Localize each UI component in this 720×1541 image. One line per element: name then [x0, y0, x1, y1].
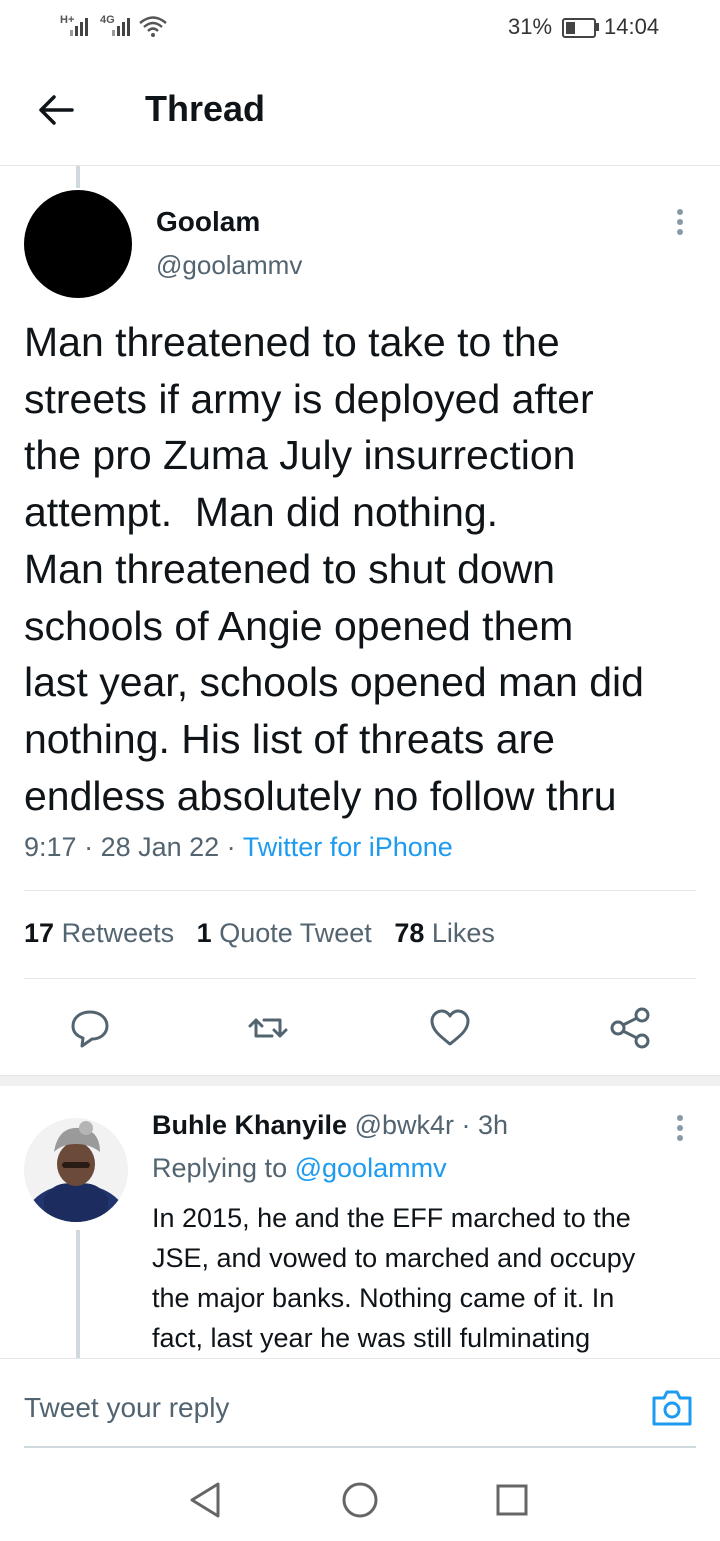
- quotes-stat[interactable]: 1 Quote Tweet: [197, 918, 372, 948]
- reply-input[interactable]: Tweet your reply: [24, 1392, 229, 1424]
- replying-to-handle[interactable]: @goolammv: [295, 1153, 447, 1183]
- tweet-meta: 9:17 · 28 Jan 22 · Twitter for iPhone: [24, 832, 453, 862]
- retweets-label: Retweets: [61, 918, 175, 948]
- reply-icon[interactable]: [68, 1006, 112, 1050]
- like-icon[interactable]: [428, 1006, 472, 1050]
- tweet-text: Man threatened to take to the streets if…: [24, 319, 644, 819]
- arrow-left-icon[interactable]: [34, 88, 78, 132]
- tweet-date: 28 Jan 22: [100, 832, 220, 862]
- retweets-count: 17: [24, 918, 55, 948]
- share-icon[interactable]: [608, 1006, 652, 1050]
- reply-header: Buhle Khanyile @bwk4r · 3h: [152, 1110, 509, 1140]
- tweet-time: 9:17: [24, 832, 77, 862]
- divider: [24, 890, 696, 891]
- camera-icon[interactable]: [650, 1386, 694, 1430]
- tweet-source-link[interactable]: Twitter for iPhone: [243, 832, 453, 862]
- reply-age: 3h: [478, 1110, 509, 1140]
- retweets-stat[interactable]: 17 Retweets: [24, 918, 174, 948]
- recents-square-icon[interactable]: [488, 1476, 536, 1524]
- author-name[interactable]: Goolam: [156, 206, 260, 238]
- reply-more-options-icon[interactable]: [670, 1108, 690, 1148]
- signal-strength-icon-1: [70, 14, 88, 36]
- reply-text: In 2015, he and the EFF marched to the J…: [152, 1203, 636, 1353]
- avatar[interactable]: [24, 190, 132, 298]
- thread-connector: [76, 1230, 80, 1358]
- more-options-icon[interactable]: [670, 202, 690, 242]
- section-divider: [0, 1075, 720, 1086]
- retweet-icon[interactable]: [246, 1006, 290, 1050]
- input-underline: [24, 1446, 696, 1448]
- clock: 14:04: [604, 14, 660, 39]
- page-title: Thread: [145, 88, 266, 129]
- back-triangle-icon[interactable]: [182, 1476, 230, 1524]
- reply-author-name[interactable]: Buhle Khanyile: [152, 1110, 347, 1140]
- reply-author-handle[interactable]: @bwk4r: [355, 1110, 454, 1140]
- battery-tip: [596, 23, 599, 31]
- quotes-label: Quote Tweet: [219, 918, 372, 948]
- thread-connector-top: [76, 166, 80, 188]
- replying-prefix: Replying to: [152, 1153, 288, 1183]
- quotes-count: 1: [196, 918, 212, 948]
- battery-level: [566, 22, 575, 34]
- compose-divider: [0, 1358, 720, 1359]
- divider: [24, 978, 696, 979]
- replying-to: Replying to @goolammv: [152, 1153, 447, 1184]
- home-circle-icon[interactable]: [336, 1476, 384, 1524]
- likes-label: Likes: [431, 918, 495, 948]
- battery-percent: 31%: [508, 14, 553, 39]
- tweet-stats: 17 Retweets 1 Quote Tweet 78 Likes: [24, 918, 495, 949]
- author-handle[interactable]: @goolammv: [156, 250, 302, 281]
- likes-count: 78: [394, 918, 425, 948]
- status-bar: H+ 4G 31% 14:04: [0, 0, 720, 56]
- wifi-icon: [139, 16, 167, 37]
- likes-stat[interactable]: 78 Likes: [394, 918, 495, 948]
- reply-avatar[interactable]: [24, 1118, 128, 1222]
- signal-strength-icon-2: [112, 14, 130, 36]
- header-divider: [0, 165, 720, 166]
